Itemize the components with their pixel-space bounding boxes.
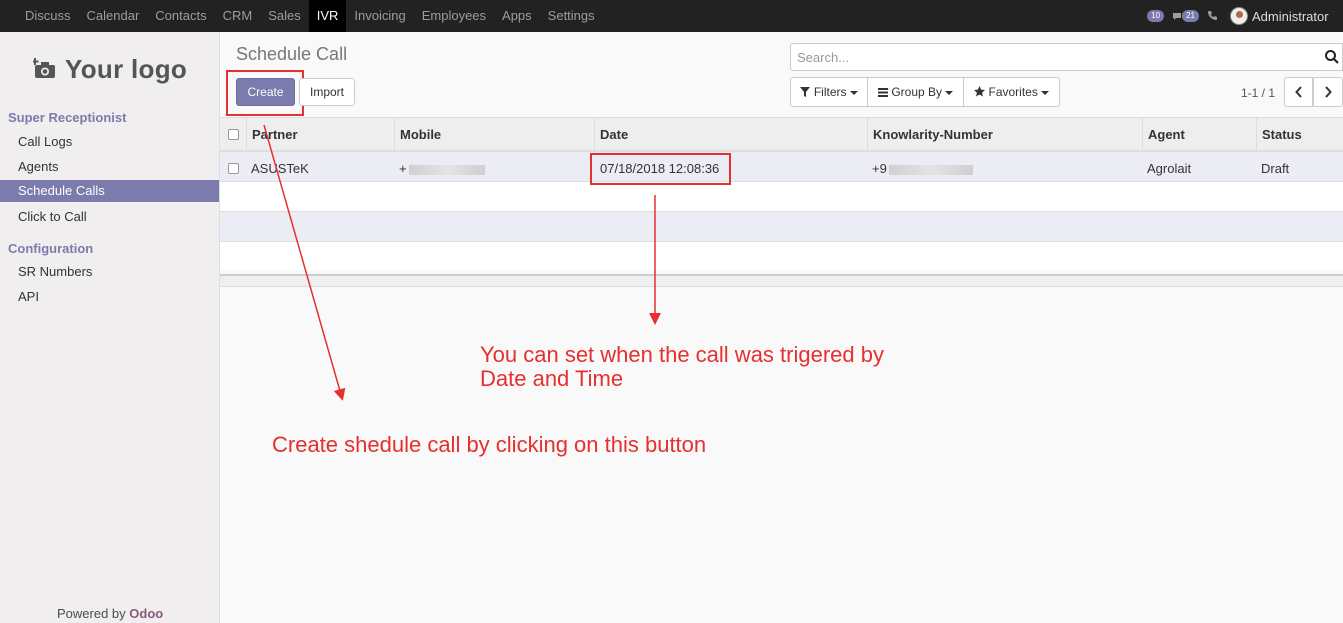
menu-discuss[interactable]: Discuss (17, 0, 79, 32)
menu-invoicing[interactable]: Invoicing (346, 0, 413, 32)
chevron-left-icon (1294, 86, 1302, 98)
knowlarity-prefix: +9 (872, 161, 887, 176)
top-navbar: Discuss Calendar Contacts CRM Sales IVR … (0, 0, 1343, 32)
group-by-button[interactable]: Group By (867, 77, 964, 107)
search-icon[interactable] (1324, 49, 1340, 68)
import-button[interactable]: Import (299, 78, 355, 106)
date-annotation-line1: You can set when the call was trigered b… (480, 342, 884, 367)
filter-icon (800, 87, 811, 97)
star-icon (974, 86, 986, 97)
chevron-right-icon (1325, 86, 1332, 98)
app-menu: Discuss Calendar Contacts CRM Sales IVR … (0, 0, 1343, 32)
caret-down-icon (945, 90, 954, 95)
favorites-label: Favorites (988, 85, 1038, 99)
select-all-checkbox[interactable] (228, 129, 239, 140)
phone-icon[interactable] (1207, 9, 1218, 24)
cell-knowlarity-number: +9 (872, 152, 973, 182)
sidebar-item-click-to-call[interactable]: Click to Call (0, 206, 219, 228)
search-input[interactable] (791, 44, 1311, 70)
column-knowlarity-number[interactable]: Knowlarity-Number (867, 118, 1142, 151)
table-footer (220, 274, 1343, 287)
sidebar-item-api[interactable]: API (0, 286, 219, 308)
column-status[interactable]: Status (1256, 118, 1343, 151)
caret-down-icon (849, 90, 858, 95)
messages-badge: 21 (1182, 10, 1199, 22)
redacted-number (888, 164, 973, 175)
sidebar-item-agents[interactable]: Agents (0, 156, 219, 178)
systray: 10 21 Administrator (1147, 0, 1343, 32)
activities-badge: 10 (1147, 10, 1165, 22)
pager-value[interactable]: 1-1 / 1 (1241, 86, 1275, 100)
powered-by-text: Powered by (57, 606, 126, 621)
odoo-link[interactable]: Odoo (129, 606, 163, 621)
pager-previous-button[interactable] (1284, 77, 1313, 107)
favorites-button[interactable]: Favorites (963, 77, 1060, 107)
search-bar (790, 43, 1343, 71)
page-title: Schedule Call (236, 44, 348, 64)
section-configuration[interactable]: Configuration (8, 241, 93, 256)
user-name[interactable]: Administrator (1252, 9, 1343, 24)
company-logo[interactable]: Your logo (31, 54, 188, 85)
sidebar-item-sr-numbers[interactable]: SR Numbers (0, 261, 219, 283)
mobile-prefix: + (399, 161, 407, 176)
powered-by: Powered by Odoo (57, 606, 163, 621)
chat-icon (1172, 9, 1182, 24)
cell-mobile: + (399, 152, 485, 182)
menu-sales[interactable]: Sales (260, 0, 309, 32)
cell-partner: ASUSTeK (251, 161, 309, 176)
sidebar: Your logo Super Receptionist Call Logs A… (0, 32, 220, 623)
column-agent[interactable]: Agent (1142, 118, 1256, 151)
group-by-label: Group By (891, 85, 943, 99)
table-header: Partner Mobile Date Knowlarity-Number Ag… (220, 117, 1343, 152)
date-annotation: You can set when the call was trigered b… (480, 343, 884, 391)
row-checkbox[interactable] (228, 163, 239, 174)
menu-settings[interactable]: Settings (540, 0, 603, 32)
table-row[interactable]: ASUSTeK + 07/18/2018 12:08:36 +9 Agrolai… (220, 152, 1343, 182)
column-partner[interactable]: Partner (246, 118, 394, 151)
cell-agent: Agrolait (1147, 161, 1192, 176)
sidebar-item-schedule-calls[interactable]: Schedule Calls (0, 180, 219, 202)
pager-next-button[interactable] (1313, 77, 1343, 107)
messages-indicator[interactable]: 21 (1172, 9, 1199, 24)
menu-apps[interactable]: Apps (494, 0, 540, 32)
sidebar-item-call-logs[interactable]: Call Logs (0, 131, 219, 153)
menu-contacts[interactable]: Contacts (147, 0, 214, 32)
create-annotation: Create shedule call by clicking on this … (272, 432, 707, 457)
filters-button[interactable]: Filters (790, 77, 868, 107)
menu-ivr[interactable]: IVR (308, 0, 347, 32)
cell-status: Draft (1261, 161, 1290, 176)
menu-calendar[interactable]: Calendar (79, 0, 148, 32)
camera-plus-icon (31, 57, 57, 82)
date-highlight-box (590, 153, 731, 185)
activities-indicator[interactable]: 10 (1147, 10, 1165, 22)
empty-row (220, 212, 1343, 242)
filters-label: Filters (813, 85, 847, 99)
column-mobile[interactable]: Mobile (394, 118, 594, 151)
column-date[interactable]: Date (594, 118, 867, 151)
menu-crm[interactable]: CRM (215, 0, 261, 32)
list-icon (877, 88, 888, 97)
section-super-receptionist[interactable]: Super Receptionist (8, 110, 126, 125)
user-avatar[interactable] (1230, 7, 1248, 25)
date-annotation-line2: Date and Time (480, 366, 624, 391)
create-highlight-box (226, 70, 304, 116)
logo-text: Your logo (65, 54, 188, 84)
empty-row (220, 182, 1343, 212)
redacted-mobile (408, 164, 485, 175)
menu-employees[interactable]: Employees (414, 0, 494, 32)
caret-down-icon (1040, 90, 1049, 95)
schedule-call-list: Partner Mobile Date Knowlarity-Number Ag… (220, 117, 1343, 270)
empty-row (220, 242, 1343, 270)
